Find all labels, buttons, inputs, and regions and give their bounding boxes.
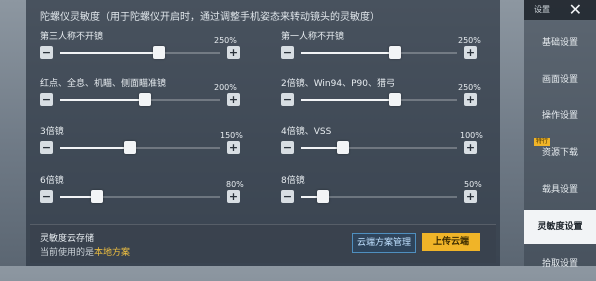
sidebar-item-downloads[interactable]: 资源下载 (524, 136, 596, 170)
slider-fill (60, 147, 131, 149)
cloud-scheme-manage-button[interactable]: 云端方案管理 (352, 233, 416, 253)
slider-label: 6倍镜 (40, 176, 64, 186)
slider-fill (301, 52, 395, 54)
slider-thumb[interactable] (153, 46, 166, 59)
current-scheme-value: 本地方案 (94, 248, 131, 258)
slider-thumb[interactable] (388, 46, 401, 59)
slider-fill (60, 99, 145, 101)
plus-button[interactable]: + (464, 46, 477, 59)
slider-track[interactable] (301, 93, 457, 106)
sensitivity-slider[interactable]: − + (281, 42, 477, 64)
cloud-storage-title: 灵敏度云存储 (40, 234, 95, 244)
sensitivity-slider[interactable]: − + (281, 186, 477, 208)
minus-button[interactable]: − (40, 141, 53, 154)
plus-button[interactable]: + (227, 141, 240, 154)
slider-thumb[interactable] (337, 141, 350, 154)
gyro-sensitivity-title: 陀螺仪灵敏度（用于陀螺仪开启时，通过调整手机姿态来转动镜头的灵敏度） (40, 12, 380, 23)
slider-label: 2倍镜、Win94、P90、猎弓 (281, 79, 395, 89)
slider-track[interactable] (60, 190, 220, 203)
minus-button[interactable]: − (40, 93, 53, 106)
plus-button[interactable]: + (227, 190, 240, 203)
slider-track[interactable] (301, 46, 457, 59)
sensitivity-slider[interactable]: − + (40, 42, 240, 64)
plus-button[interactable]: + (464, 141, 477, 154)
close-icon[interactable]: ✕ (569, 0, 582, 19)
sidebar-item-basic[interactable]: 基础设置 (524, 26, 596, 60)
slider-track[interactable] (60, 141, 220, 154)
plus-button[interactable]: + (227, 93, 240, 106)
slider-label: 8倍镜 (281, 176, 305, 186)
plus-button[interactable]: + (464, 190, 477, 203)
slider-thumb[interactable] (316, 190, 329, 203)
sensitivity-slider[interactable]: − + (281, 137, 477, 159)
cloud-storage-bar: 灵敏度云存储 当前使用的是本地方案 云端方案管理 上传云端 (30, 224, 496, 263)
minus-button[interactable]: − (281, 46, 294, 59)
sidebar-item-graphics[interactable]: 画面设置 (524, 63, 596, 97)
sidebar-item-controls[interactable]: 操作设置 (524, 99, 596, 133)
slider-track[interactable] (60, 46, 220, 59)
slider-fill (301, 99, 395, 101)
slider-label: 3倍镜 (40, 127, 64, 137)
upload-cloud-button[interactable]: 上传云端 (422, 233, 480, 251)
minus-button[interactable]: − (281, 190, 294, 203)
sensitivity-slider[interactable]: − + (40, 137, 240, 159)
slider-thumb[interactable] (90, 190, 103, 203)
sensitivity-slider[interactable]: − + (281, 89, 477, 111)
sidebar-item-vehicle[interactable]: 载具设置 (524, 173, 596, 207)
slider-track[interactable] (301, 141, 457, 154)
slider-label: 4倍镜、VSS (281, 127, 332, 137)
sidebar-header: 设置 ✕ (524, 0, 596, 20)
slider-track[interactable] (60, 93, 220, 106)
sidebar-item-sensitivity[interactable]: 灵敏度设置 (524, 210, 596, 244)
slider-track[interactable] (301, 190, 457, 203)
minus-button[interactable]: − (40, 190, 53, 203)
minus-button[interactable]: − (281, 93, 294, 106)
slider-fill (60, 52, 160, 54)
slider-thumb[interactable] (124, 141, 137, 154)
current-scheme-text: 当前使用的是本地方案 (40, 245, 130, 258)
sidebar-item-pickup[interactable]: 拾取设置 (524, 247, 596, 281)
minus-button[interactable]: − (40, 46, 53, 59)
sensitivity-slider[interactable]: − + (40, 186, 240, 208)
slider-label: 第一人称不开镜 (281, 32, 345, 42)
settings-header-label: 设置 (534, 5, 550, 14)
sensitivity-slider[interactable]: − + (40, 89, 240, 111)
plus-button[interactable]: + (464, 93, 477, 106)
settings-sidebar: 设置 ✕ 基础设置 画面设置 操作设置 特行 资源下载 载具设置 灵敏度设置 拾… (524, 0, 596, 269)
slider-label: 红点、全息、机瞄、侧面瞄准镜 (40, 79, 167, 89)
minus-button[interactable]: − (281, 141, 294, 154)
slider-label: 第三人称不开镜 (40, 32, 104, 42)
plus-button[interactable]: + (227, 46, 240, 59)
current-scheme-prefix: 当前使用的是 (40, 248, 95, 258)
slider-thumb[interactable] (138, 93, 151, 106)
slider-thumb[interactable] (388, 93, 401, 106)
